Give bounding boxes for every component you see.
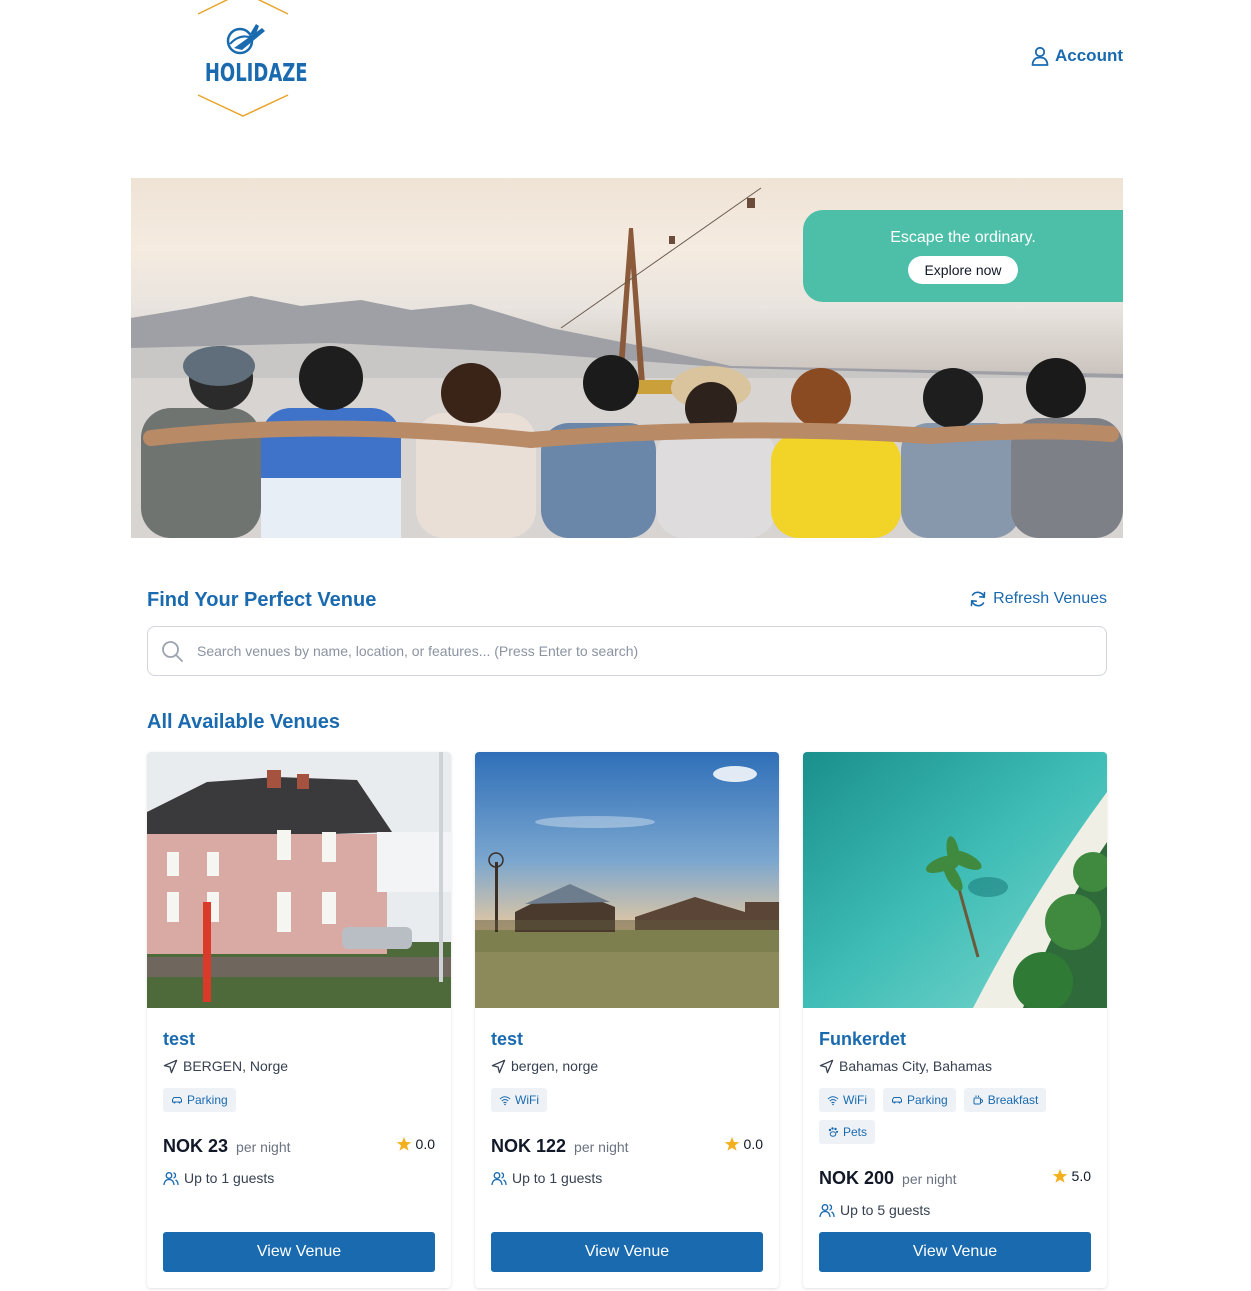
amenity-tag-parking: Parking — [883, 1088, 956, 1112]
refresh-venues-button[interactable]: Refresh Venues — [969, 590, 1107, 608]
guests-label: Up to 1 guests — [512, 1170, 603, 1186]
rating-value: 0.0 — [415, 1136, 435, 1152]
price-row: NOK 200 per night 5.0 — [819, 1168, 1091, 1189]
search-icon — [162, 641, 183, 662]
refresh-icon — [970, 591, 986, 607]
amenity-tag-breakfast: Breakfast — [963, 1088, 1047, 1112]
search-input[interactable] — [197, 643, 1077, 659]
account-link[interactable]: Account — [1031, 46, 1123, 66]
view-venue-button[interactable]: View Venue — [491, 1232, 763, 1272]
per-night-label: per night — [236, 1139, 291, 1155]
hero-banner: Escape the ordinary. Explore now — [131, 178, 1123, 538]
logo-text: HOLIDAZE — [204, 58, 308, 87]
paw-icon — [828, 1127, 839, 1137]
venue-image[interactable] — [475, 752, 779, 1008]
star-icon — [396, 1137, 411, 1151]
all-venues-title: All Available Venues — [147, 711, 341, 733]
price-row: NOK 23 per night 0.0 — [163, 1136, 435, 1157]
account-label: Account — [1055, 46, 1123, 65]
venue-price: NOK 23 — [163, 1136, 229, 1156]
explore-now-button[interactable]: Explore now — [908, 256, 1018, 284]
venue-guests: Up to 5 guests — [819, 1202, 930, 1218]
location-arrow-icon — [163, 1059, 178, 1073]
amenity-tags: WiFi — [491, 1088, 763, 1112]
holidaze-logo[interactable]: HOLIDAZE — [190, 0, 308, 118]
rating-value: 0.0 — [743, 1136, 763, 1152]
wifi-icon — [827, 1096, 839, 1106]
venue-card[interactable]: test bergen, norge WiFi NOK 122 per nigh… — [475, 752, 779, 1288]
amenity-label: Parking — [907, 1093, 948, 1107]
venue-card[interactable]: test BERGEN, Norge Parking NOK 23 per ni… — [147, 752, 451, 1288]
hero-tagline: Escape the ordinary. — [890, 229, 1036, 246]
find-venue-title: Find Your Perfect Venue — [147, 589, 377, 611]
view-venue-button[interactable]: View Venue — [163, 1232, 435, 1272]
amenity-label: WiFi — [515, 1093, 539, 1107]
guests-label: Up to 1 guests — [184, 1170, 275, 1186]
car-icon — [172, 1097, 182, 1104]
venue-rating: 5.0 — [1052, 1168, 1091, 1184]
venue-price: NOK 122 — [491, 1136, 567, 1156]
venue-image[interactable] — [147, 752, 451, 1008]
venue-location: BERGEN, Norge — [163, 1058, 288, 1074]
car-icon — [892, 1097, 902, 1104]
amenity-tags: Parking — [163, 1088, 435, 1112]
location-arrow-icon — [491, 1059, 506, 1073]
coffee-icon — [973, 1095, 983, 1105]
venue-location-label: BERGEN, Norge — [183, 1058, 289, 1074]
hero-cta-panel: Escape the ordinary. Explore now — [803, 210, 1123, 302]
venue-name[interactable]: Funkerdet — [819, 1029, 906, 1050]
venue-name[interactable]: test — [163, 1029, 195, 1050]
amenity-tag-pets: Pets — [819, 1120, 876, 1144]
guests-label: Up to 5 guests — [840, 1202, 931, 1218]
venue-image[interactable] — [803, 752, 1107, 1008]
venue-rating: 0.0 — [724, 1136, 763, 1152]
rating-value: 5.0 — [1071, 1168, 1091, 1184]
view-venue-button[interactable]: View Venue — [819, 1232, 1091, 1272]
price-row: NOK 122 per night 0.0 — [491, 1136, 763, 1157]
star-icon — [1052, 1169, 1067, 1183]
venue-location-label: bergen, norge — [511, 1058, 599, 1074]
venue-location: Bahamas City, Bahamas — [819, 1058, 992, 1074]
venue-rating: 0.0 — [396, 1136, 435, 1152]
user-icon — [1031, 46, 1049, 66]
venue-location: bergen, norge — [491, 1058, 598, 1074]
amenity-tag-wifi: WiFi — [819, 1088, 875, 1112]
venue-price: NOK 200 — [819, 1168, 895, 1188]
location-arrow-icon — [819, 1059, 834, 1073]
per-night-label: per night — [574, 1139, 629, 1155]
search-bar — [147, 626, 1107, 676]
venue-card[interactable]: Funkerdet Bahamas City, Bahamas WiFi Par… — [803, 752, 1107, 1288]
venue-name[interactable]: test — [491, 1029, 523, 1050]
wifi-icon — [499, 1096, 511, 1106]
venue-guests: Up to 1 guests — [163, 1170, 274, 1186]
star-icon — [724, 1137, 739, 1151]
amenity-tags: WiFi Parking Breakfast Pets — [819, 1088, 1091, 1144]
amenity-label: WiFi — [843, 1093, 867, 1107]
site-header: HOLIDAZE Account — [0, 0, 1251, 140]
amenity-label: Breakfast — [987, 1093, 1039, 1107]
refresh-label: Refresh Venues — [993, 590, 1107, 607]
amenity-tag-parking: Parking — [163, 1088, 236, 1112]
venue-location-label: Bahamas City, Bahamas — [839, 1058, 993, 1074]
amenity-tag-wifi: WiFi — [491, 1088, 547, 1112]
per-night-label: per night — [902, 1171, 957, 1187]
users-icon — [163, 1171, 179, 1185]
amenity-label: Parking — [187, 1093, 228, 1107]
venue-guests: Up to 1 guests — [491, 1170, 602, 1186]
users-icon — [491, 1171, 507, 1185]
users-icon — [819, 1203, 835, 1217]
amenity-label: Pets — [843, 1125, 868, 1139]
